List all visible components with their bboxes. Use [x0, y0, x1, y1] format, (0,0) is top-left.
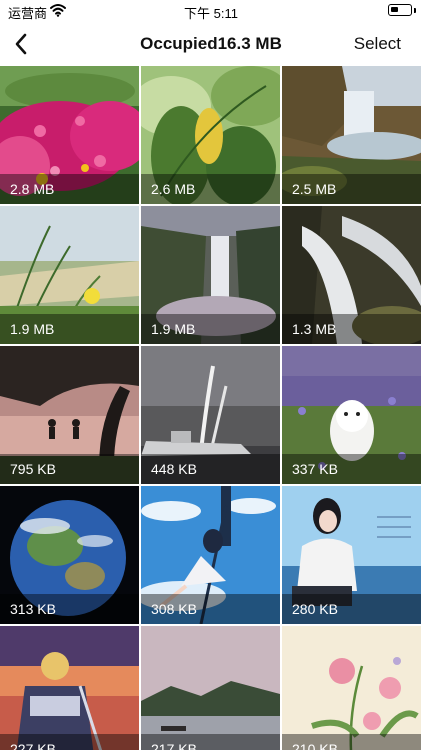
file-size-label: 1.9 MB	[141, 314, 280, 344]
file-size-label: 210 KB	[282, 734, 421, 750]
photo-cell[interactable]: 2.5 MB	[282, 66, 421, 204]
photo-cell[interactable]: 1.9 MB	[141, 206, 280, 344]
photo-cell[interactable]: 337 KB	[282, 346, 421, 484]
photo-thumbnail	[141, 626, 280, 750]
photo-cell[interactable]: 1.3 MB	[282, 206, 421, 344]
photo-thumbnail	[0, 626, 139, 750]
file-size-label: 448 KB	[141, 454, 280, 484]
file-size-label: 1.9 MB	[0, 314, 139, 344]
battery-tip	[414, 8, 416, 13]
file-size-label: 2.5 MB	[282, 174, 421, 204]
photo-cell[interactable]: 280 KB	[282, 486, 421, 624]
photo-cell[interactable]: 217 KB	[141, 626, 280, 750]
file-size-label: 2.8 MB	[0, 174, 139, 204]
status-bar: 运营商 下午 5:11	[0, 0, 422, 22]
photo-cell[interactable]: 448 KB	[141, 346, 280, 484]
photo-cell[interactable]: 2.6 MB	[141, 66, 280, 204]
navigation-bar: Occupied16.3 MB Select	[0, 22, 422, 66]
photo-cell[interactable]: 795 KB	[0, 346, 139, 484]
file-size-label: 217 KB	[141, 734, 280, 750]
photo-cell[interactable]: 227 KB	[0, 626, 139, 750]
photo-cell[interactable]: 308 KB	[141, 486, 280, 624]
photo-cell[interactable]: 2.8 MB	[0, 66, 139, 204]
photo-grid: 2.8 MB 2.6 MB 2.5 MB 1.9 MB 1.9 MB 1.3 M…	[0, 66, 422, 750]
file-size-label: 795 KB	[0, 454, 139, 484]
file-size-label: 2.6 MB	[141, 174, 280, 204]
photo-thumbnail	[282, 626, 421, 750]
file-size-label: 308 KB	[141, 594, 280, 624]
file-size-label: 337 KB	[282, 454, 421, 484]
photo-cell[interactable]: 313 KB	[0, 486, 139, 624]
file-size-label: 280 KB	[282, 594, 421, 624]
status-time: 下午 5:11	[184, 6, 238, 21]
battery-icon	[388, 4, 412, 16]
photo-cell[interactable]: 210 KB	[282, 626, 421, 750]
file-size-label: 1.3 MB	[282, 314, 421, 344]
select-button[interactable]: Select	[354, 34, 401, 54]
file-size-label: 227 KB	[0, 734, 139, 750]
file-size-label: 313 KB	[0, 594, 139, 624]
photo-cell[interactable]: 1.9 MB	[0, 206, 139, 344]
